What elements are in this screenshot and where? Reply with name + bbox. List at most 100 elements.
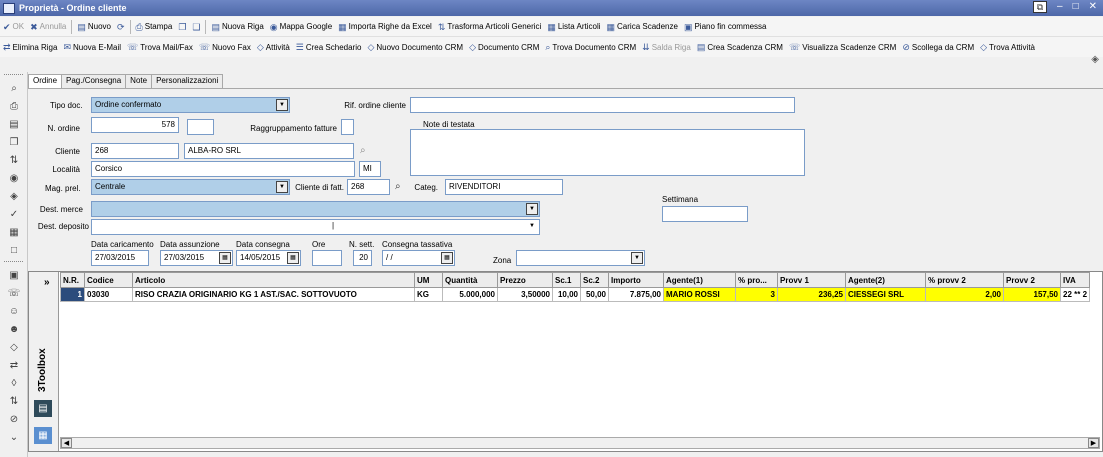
copy-icon-button[interactable]: ❐ (175, 18, 189, 36)
localita-input[interactable]: Corsico (91, 161, 355, 177)
column-header[interactable]: Codice (84, 272, 133, 288)
maximize-icon[interactable]: □ (1073, 1, 1079, 13)
attivit-button[interactable]: ◇ Attività (254, 38, 293, 56)
minimize-icon[interactable]: – (1057, 1, 1063, 13)
cell-provv2[interactable]: 157,50 (1003, 287, 1061, 302)
cell-iva[interactable]: 22 ** 2 (1059, 287, 1091, 302)
paste-icon-button[interactable]: ❑ (189, 18, 203, 36)
cliente-code-input[interactable]: 268 (91, 143, 179, 159)
stampa-button[interactable]: ⎙ Stampa (133, 18, 176, 36)
mappa-google-button[interactable]: ◉ Mappa Google (267, 18, 335, 36)
column-header[interactable]: Agente(2) (845, 272, 926, 288)
cell-prezzo[interactable]: 3,50000 (497, 287, 553, 302)
expand-columns-button[interactable]: » (44, 277, 50, 288)
column-header[interactable]: % pro... (735, 272, 778, 288)
search-icon[interactable]: ⌕ (3, 80, 25, 97)
tag-icon[interactable]: ◈ (3, 188, 25, 205)
trova-attivit-button[interactable]: ◇ Trova Attività (977, 38, 1038, 56)
cell-agente1[interactable]: MARIO ROSSI (663, 287, 736, 302)
trova-mail-fax-button[interactable]: ☏ Trova Mail/Fax (124, 38, 196, 56)
restore-icon[interactable]: ⧉ (1033, 1, 1047, 13)
provincia-input[interactable]: MI (359, 161, 381, 177)
user-icon[interactable]: ☻ (3, 321, 25, 338)
consegna-tassativa-input[interactable]: / / ▦ (382, 250, 455, 266)
diamond-icon[interactable]: ◇ (3, 339, 25, 356)
column-header[interactable]: Agente(1) (663, 272, 736, 288)
calendar-icon[interactable]: ▦ (441, 252, 453, 264)
link-icon[interactable]: ⊘ (3, 411, 25, 428)
chevron-down-icon[interactable]: ▼ (526, 221, 538, 233)
piano-fin-commessa-button[interactable]: ▣ Piano fin commessa (681, 18, 770, 36)
annulla-button[interactable]: ✖ Annulla (27, 18, 69, 36)
nuovo-fax-button[interactable]: ☏ Nuovo Fax (196, 38, 254, 56)
cell-agente2[interactable]: CIESSEGI SRL (845, 287, 926, 302)
n-ordine-input[interactable]: 578 (91, 117, 179, 133)
dest-merce-select[interactable]: ▼ (91, 201, 540, 217)
crea-schedario-button[interactable]: ☰ Crea Schedario (293, 38, 365, 56)
nuova-riga-button[interactable]: ▤ Nuova Riga (208, 18, 266, 36)
cell-nr[interactable]: 1 (60, 287, 85, 302)
close-icon[interactable]: ✕ (1089, 1, 1097, 13)
column-header[interactable]: % provv 2 (925, 272, 1004, 288)
column-header[interactable]: Articolo (132, 272, 415, 288)
data-consegna-input[interactable]: 14/05/2015 ▦ (236, 250, 301, 266)
nuova-e-mail-button[interactable]: ✉ Nuova E-Mail (60, 38, 124, 56)
crea-scadenza-crm-button[interactable]: ▤ Crea Scadenza CRM (694, 38, 786, 56)
checkmark-icon[interactable]: ✓ (3, 206, 25, 223)
eraser-icon[interactable]: ◈ (1091, 54, 1099, 65)
elimina-riga-button[interactable]: ⇄ Elimina Riga (0, 38, 60, 56)
data-caricamento-input[interactable]: 27/03/2015 (91, 250, 149, 266)
calendar-icon[interactable]: ▦ (219, 252, 231, 264)
column-header[interactable]: Provv 1 (777, 272, 846, 288)
search-client-icon[interactable]: ⌕ (360, 145, 366, 156)
n-ordine-suffix-input[interactable] (187, 119, 214, 135)
globe-icon[interactable]: ◉ (3, 170, 25, 187)
scroll-right-icon[interactable]: ▶ (1088, 438, 1099, 448)
transfer-icon[interactable]: ⇅ (3, 393, 25, 410)
cliente-fatt-input[interactable]: 268 (347, 179, 390, 195)
people-icon[interactable]: ☺ (3, 303, 25, 320)
cell-importo[interactable]: 7.875,00 (608, 287, 664, 302)
carica-scadenze-button[interactable]: ▦ Carica Scadenze (604, 18, 681, 36)
arrows-icon[interactable]: ⇄ (3, 357, 25, 374)
column-header[interactable]: IVA (1059, 272, 1091, 288)
ok-button[interactable]: ✔ OK (0, 18, 27, 36)
cell-articolo[interactable]: RISO CRAZIA ORIGINARIO KG 1 AST./SAC. SO… (132, 287, 415, 302)
tipo-doc-select[interactable]: Ordine confermato ▼ (91, 97, 290, 113)
tab-pag-consegna[interactable]: Pag./Consegna (61, 74, 127, 88)
blank-page-icon[interactable]: □ (3, 242, 25, 259)
copy-icon[interactable]: ❐ (3, 134, 25, 151)
note-testata-textarea[interactable] (410, 129, 805, 176)
shape-icon[interactable]: ◊ (3, 375, 25, 392)
document-icon[interactable]: ▤ (3, 116, 25, 133)
visualizza-scadenze-crm-button[interactable]: ☏ Visualizza Scadenze CRM (786, 38, 899, 56)
data-assunzione-input[interactable]: 27/03/2015 ▦ (160, 250, 233, 266)
column-header[interactable]: Importo (608, 272, 664, 288)
chevron-down-icon[interactable]: ▼ (526, 203, 538, 215)
documento-crm-button[interactable]: ◇ Documento CRM (466, 38, 542, 56)
ore-input[interactable] (312, 250, 342, 266)
tab-note[interactable]: Note (125, 74, 153, 88)
column-header[interactable]: Sc.2 (580, 272, 609, 288)
print-icon[interactable]: ⎙ (3, 98, 25, 115)
toolbox-label[interactable]: 3Toolbox (37, 348, 48, 392)
column-header[interactable]: N.R. (60, 272, 85, 288)
chevron-down-icon[interactable]: ▼ (631, 252, 643, 264)
chevron-down-icon[interactable]: ▼ (276, 99, 288, 111)
toolbar-grip-2[interactable] (4, 261, 23, 265)
form-icon[interactable]: ▣ (3, 267, 25, 284)
n-sett-input[interactable]: 20 (353, 250, 372, 266)
nuovo-documento-crm-button[interactable]: ◇ Nuovo Documento CRM (364, 38, 466, 56)
mag-prel-select[interactable]: Centrale ▼ (91, 179, 290, 195)
trasforma-articoli-generici-button[interactable]: ⇅ Trasforma Articoli Generici (435, 18, 545, 36)
chevron-down-icon[interactable]: ▼ (276, 181, 288, 193)
zona-select[interactable]: ▼ (516, 250, 645, 266)
salda-riga-button[interactable]: ⇊ Salda Riga (639, 38, 694, 56)
nuovo-button[interactable]: ▤ Nuovo (74, 18, 114, 36)
cell-provv1[interactable]: 236,25 (777, 287, 846, 302)
categ-input[interactable]: RIVENDITORI (445, 179, 563, 195)
column-header[interactable]: Provv 2 (1003, 272, 1061, 288)
lista-articoli-button[interactable]: ▦ Lista Articoli (544, 18, 603, 36)
calculator-icon[interactable]: ▦ (3, 224, 25, 241)
settimana-input[interactable] (662, 206, 748, 222)
